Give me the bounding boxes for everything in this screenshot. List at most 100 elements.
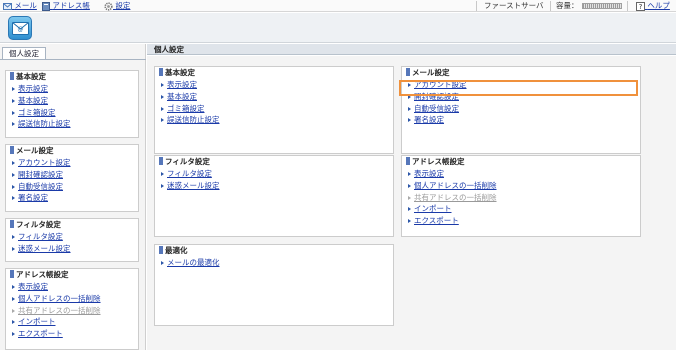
list-item[interactable]: インポート (12, 316, 138, 328)
link-display-settings[interactable]: 表示設定 (18, 84, 48, 93)
link-basic-settings[interactable]: 基本設定 (18, 96, 48, 105)
quota-label: 容量： (556, 1, 579, 10)
gear-icon (104, 1, 113, 11)
box-title: フィルタ設定 (155, 156, 393, 168)
server-name: ファーストサーバ (484, 1, 544, 10)
link-basic-settings[interactable]: 基本設定 (167, 92, 197, 101)
list-item[interactable]: エクスポート (12, 328, 138, 340)
sidebar-section-filter: フィルタ設定 フィルタ設定 迷惑メール設定 (5, 218, 139, 262)
arrow-icon (12, 87, 15, 91)
help-link[interactable]: ? ヘルプ (636, 1, 670, 11)
list-item[interactable]: 迷惑メール設定 (161, 180, 393, 192)
link-filter-settings[interactable]: フィルタ設定 (167, 169, 212, 178)
list-item: 共有アドレスの一括削除 (408, 192, 640, 204)
arrow-icon (12, 196, 15, 201)
link-export[interactable]: エクスポート (18, 329, 63, 338)
grip-icon (406, 157, 410, 165)
arrow-icon (12, 235, 15, 239)
link-trash-settings[interactable]: ゴミ箱設定 (18, 108, 56, 117)
section-title: 基本設定 (6, 71, 138, 83)
link-personal-bulk-delete[interactable]: 個人アドレスの一括削除 (18, 294, 101, 303)
arrow-icon (161, 94, 164, 99)
list-item[interactable]: 開封確認設定 (12, 169, 138, 181)
list-item[interactable]: 自動受信設定 (12, 181, 138, 193)
list-item[interactable]: 自動受信設定 (408, 103, 640, 115)
list-item[interactable]: エクスポート (408, 215, 640, 227)
link-mail-optimize[interactable]: メールの最適化 (167, 258, 220, 267)
link-signature[interactable]: 署名設定 (18, 193, 48, 202)
list-item[interactable]: 表示設定 (408, 168, 640, 180)
section-title-label: アドレス帳設定 (16, 270, 69, 279)
account-settings-highlight (399, 80, 638, 96)
list-item[interactable]: アカウント設定 (12, 157, 138, 169)
link-spam-settings[interactable]: 迷惑メール設定 (167, 181, 220, 190)
settings-link[interactable]: 設定 (104, 1, 130, 11)
help-link-label[interactable]: ヘルプ (647, 1, 670, 10)
list-item[interactable]: 誤送信防止設定 (161, 114, 393, 126)
list-item[interactable]: 個人アドレスの一括削除 (408, 180, 640, 192)
list-item[interactable]: ゴミ箱設定 (12, 107, 138, 119)
link-import[interactable]: インポート (18, 317, 56, 326)
list-item[interactable]: 迷惑メール設定 (12, 243, 138, 255)
arrow-icon (12, 246, 15, 251)
link-signature[interactable]: 署名設定 (414, 115, 444, 124)
addressbook-link-label[interactable]: アドレス帳 (52, 1, 90, 10)
link-spam-settings[interactable]: 迷惑メール設定 (18, 244, 71, 253)
settings-grid: 基本設定 表示設定 基本設定 ゴミ箱設定 誤送信防止設定 メール設定 アカウント… (147, 56, 676, 350)
mail-app-logo-icon[interactable]: @ (8, 16, 32, 40)
link-personal-bulk-delete[interactable]: 個人アドレスの一括削除 (414, 181, 497, 190)
arrow-icon (408, 118, 411, 123)
arrow-icon (12, 172, 15, 177)
list-item[interactable]: インポート (408, 203, 640, 215)
list-item[interactable]: フィルタ設定 (161, 168, 393, 180)
grip-icon (10, 270, 14, 278)
addressbook-link[interactable]: アドレス帳 (42, 1, 90, 11)
arrow-icon (408, 207, 411, 212)
list-item[interactable]: ゴミ箱設定 (161, 103, 393, 115)
section-title-label: メール設定 (16, 146, 54, 155)
list-item[interactable]: 表示設定 (12, 281, 138, 293)
link-address-display[interactable]: 表示設定 (18, 282, 48, 291)
link-auto-receive[interactable]: 自動受信設定 (18, 182, 63, 191)
section-title-label: 基本設定 (16, 72, 46, 81)
arrow-icon (161, 172, 164, 176)
grip-icon (10, 220, 14, 228)
link-address-display[interactable]: 表示設定 (414, 169, 444, 178)
list-item[interactable]: フィルタ設定 (12, 231, 138, 243)
sidebar-section-mail: メール設定 アカウント設定 開封確認設定 自動受信設定 署名設定 (5, 144, 139, 212)
arrow-icon (161, 118, 164, 123)
arrow-icon (161, 83, 164, 87)
list-item: 共有アドレスの一括削除 (12, 305, 138, 317)
tab-personal-settings[interactable]: 個人設定 (2, 47, 46, 59)
list-item[interactable]: メールの最適化 (161, 257, 393, 269)
link-filter-settings[interactable]: フィルタ設定 (18, 232, 63, 241)
arrow-icon (161, 261, 164, 265)
section-title: メール設定 (6, 145, 138, 157)
list-item[interactable]: 表示設定 (161, 79, 393, 91)
link-export[interactable]: エクスポート (414, 216, 459, 225)
grip-icon (159, 246, 163, 254)
link-shared-bulk-delete: 共有アドレスの一括削除 (414, 192, 497, 202)
settings-link-label[interactable]: 設定 (115, 1, 130, 10)
list-item[interactable]: 基本設定 (12, 95, 138, 107)
list-item[interactable]: 表示設定 (12, 83, 138, 95)
link-display-settings[interactable]: 表示設定 (167, 80, 197, 89)
mail-link-label[interactable]: メール (14, 1, 37, 10)
list-item[interactable]: 個人アドレスの一括削除 (12, 293, 138, 305)
sidebar-section-addressbook: アドレス帳設定 表示設定 個人アドレスの一括削除 共有アドレスの一括削除 インポ… (5, 268, 139, 350)
list-item[interactable]: 誤送信防止設定 (12, 118, 138, 130)
list-item[interactable]: 署名設定 (12, 192, 138, 204)
arrow-icon (408, 183, 411, 188)
list-item[interactable]: 基本設定 (161, 91, 393, 103)
link-missend-prevention[interactable]: 誤送信防止設定 (167, 115, 220, 124)
link-import[interactable]: インポート (414, 204, 452, 213)
mail-link[interactable]: メール (3, 1, 37, 11)
link-auto-receive[interactable]: 自動受信設定 (414, 104, 459, 113)
link-read-receipt[interactable]: 開封確認設定 (18, 170, 63, 179)
box-title-label: 最適化 (165, 246, 188, 255)
link-account-settings[interactable]: アカウント設定 (18, 158, 71, 167)
link-trash-settings[interactable]: ゴミ箱設定 (167, 104, 205, 113)
list-item[interactable]: 署名設定 (408, 114, 640, 126)
app-header: @ (0, 13, 676, 43)
link-missend-prevention[interactable]: 誤送信防止設定 (18, 119, 71, 128)
